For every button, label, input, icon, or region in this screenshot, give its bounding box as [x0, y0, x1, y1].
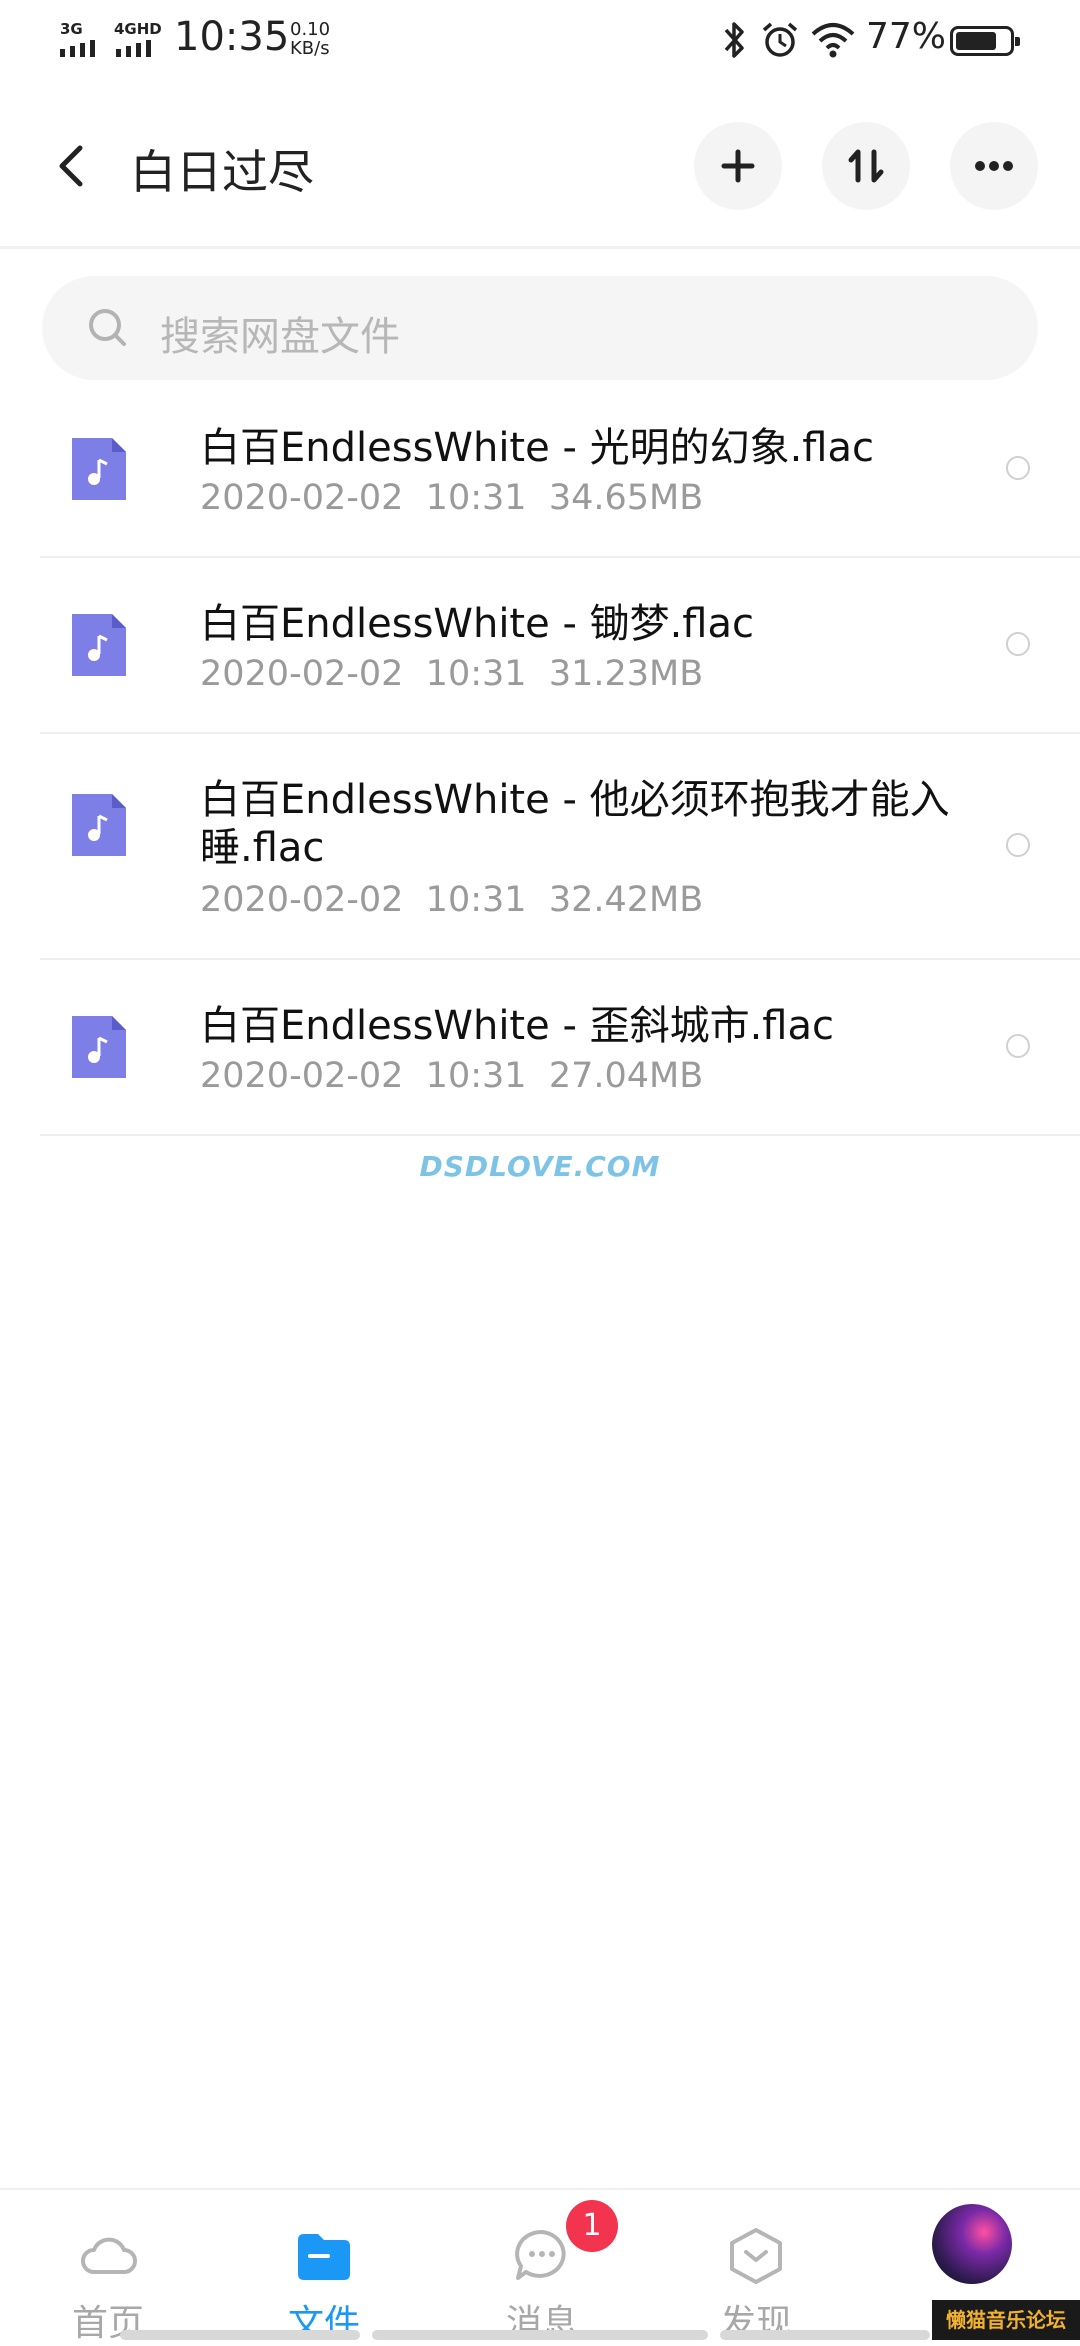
file-date: 2020-02-02 [200, 1056, 404, 1096]
signal-bars-icon [60, 40, 95, 57]
file-time: 10:31 [425, 880, 527, 920]
sort-button[interactable] [822, 122, 910, 210]
message-badge: 1 [566, 2200, 618, 2252]
discover-icon [730, 2228, 782, 2284]
forum-logo: 懒猫音乐论坛 [932, 2300, 1080, 2340]
add-button[interactable] [694, 122, 782, 210]
tab-home[interactable]: 首页 [18, 2190, 198, 2344]
file-name: 白百EndlessWhite - 他必须环抱我才能入睡.flac [200, 777, 950, 871]
sort-icon [848, 149, 884, 183]
file-name: 白百EndlessWhite - 锄梦.flac [200, 601, 755, 647]
back-arrow-icon[interactable] [52, 142, 92, 190]
search-icon [89, 309, 126, 346]
file-row[interactable]: 白百EndlessWhite - 锄梦.flac 2020-02-02 10:3… [40, 556, 1080, 734]
file-meta: 2020-02-02 10:31 31.23MB [200, 654, 703, 694]
search-placeholder: 搜索网盘文件 [160, 314, 400, 360]
more-dots-icon [975, 161, 1013, 171]
file-name: 白百EndlessWhite - 歪斜城市.flac [200, 1003, 835, 1049]
file-meta: 2020-02-02 10:31 34.65MB [200, 478, 703, 518]
chat-icon [515, 2229, 566, 2280]
avatar[interactable] [932, 2204, 1012, 2284]
select-radio[interactable] [1006, 632, 1030, 656]
network-speed: 0.10 KB/s [290, 20, 330, 58]
network-4g-label: 4GHD [114, 20, 162, 38]
file-date: 2020-02-02 [200, 478, 404, 518]
signal-bars-icon-2 [116, 40, 151, 57]
file-row[interactable]: 白百EndlessWhite - 光明的幻象.flac 2020-02-02 1… [40, 380, 1080, 558]
speed-unit: KB/s [290, 38, 330, 59]
clock: 10:35 [174, 14, 290, 60]
audio-file-icon [72, 794, 126, 856]
file-time: 10:31 [425, 654, 527, 694]
file-meta: 2020-02-02 10:31 32.42MB [200, 880, 703, 920]
folder-icon [298, 2234, 350, 2280]
network-3g-label: 3G [60, 20, 83, 38]
select-radio[interactable] [1006, 833, 1030, 857]
status-bar: 3G 4GHD 10:35 0.10 KB/s 77% [0, 0, 1080, 80]
file-meta: 2020-02-02 10:31 27.04MB [200, 1056, 703, 1096]
file-row[interactable]: 白百EndlessWhite - 他必须环抱我才能入睡.flac 2020-02… [40, 732, 1080, 960]
file-size: 32.42MB [548, 880, 704, 920]
bluetooth-icon [724, 22, 744, 58]
file-name: 白百EndlessWhite - 光明的幻象.flac [200, 425, 875, 471]
audio-file-icon [72, 438, 126, 500]
select-radio[interactable] [1006, 456, 1030, 480]
gesture-bar [720, 2330, 930, 2340]
battery-icon [950, 26, 1020, 56]
file-date: 2020-02-02 [200, 654, 404, 694]
more-button[interactable] [950, 122, 1038, 210]
file-date: 2020-02-02 [200, 880, 404, 920]
plus-icon [721, 149, 755, 183]
alarm-icon [762, 22, 798, 57]
audio-file-icon [72, 1016, 126, 1078]
file-size: 31.23MB [548, 654, 704, 694]
file-size: 27.04MB [548, 1056, 704, 1096]
header: 白日过尽 [0, 80, 1080, 249]
file-time: 10:31 [425, 478, 527, 518]
file-size: 34.65MB [548, 478, 704, 518]
wifi-icon [811, 23, 855, 58]
audio-file-icon [72, 614, 126, 676]
gesture-bar [120, 2330, 360, 2340]
bottom-nav: 首页 文件 消息 发现 [0, 2188, 1080, 2344]
search-input[interactable]: 搜索网盘文件 [42, 276, 1038, 380]
speed-value: 0.10 [290, 19, 331, 40]
battery-percent: 77% [866, 16, 947, 57]
file-row[interactable]: 白百EndlessWhite - 歪斜城市.flac 2020-02-02 10… [40, 958, 1080, 1136]
gesture-bar [372, 2330, 708, 2340]
tab-discover[interactable]: 发现 [666, 2190, 846, 2344]
tab-files[interactable]: 文件 [234, 2190, 414, 2344]
file-time: 10:31 [425, 1056, 527, 1096]
select-radio[interactable] [1006, 1034, 1030, 1058]
cloud-icon [81, 2237, 137, 2274]
watermark: DSDLOVE.COM [419, 1150, 661, 1183]
page-title: 白日过尽 [130, 145, 314, 199]
